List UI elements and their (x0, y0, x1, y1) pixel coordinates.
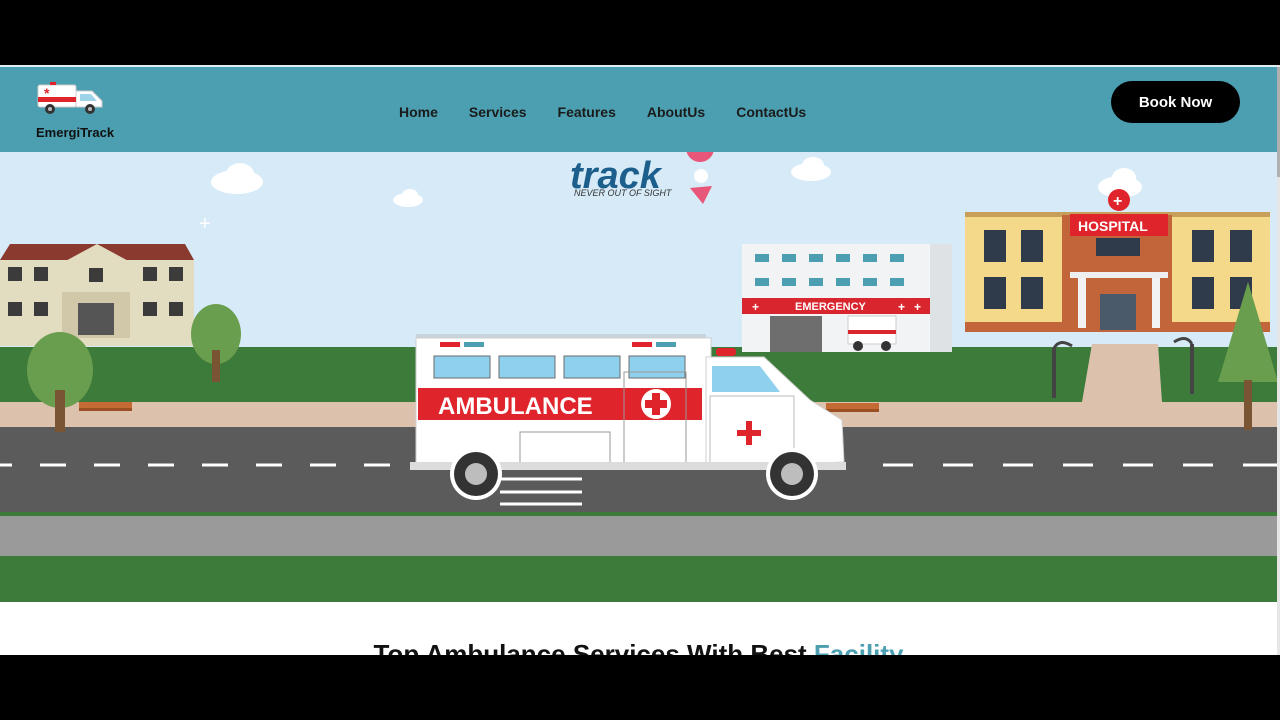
house-building (0, 244, 194, 346)
svg-text:EMERGENCY: EMERGENCY (795, 301, 867, 313)
main-nav: Home Services Features AboutUs ContactUs (399, 104, 837, 120)
section-heading-accent: Facility (813, 639, 904, 655)
ambulance-icon: * (37, 82, 103, 114)
book-now-button[interactable]: Book Now (1111, 81, 1240, 123)
page-viewport: * EmergiTrack Home Services Features Abo… (0, 65, 1280, 655)
svg-text:+: + (752, 300, 759, 314)
bench-icon (79, 402, 132, 408)
brand[interactable]: * EmergiTrack (36, 81, 126, 141)
hero-banner: + track NEVER OUT OF SIGHT EMERGENCY + +… (0, 152, 1277, 602)
emergency-building: EMERGENCY + + + (742, 244, 952, 352)
nav-contactus[interactable]: ContactUs (736, 104, 806, 120)
bench-icon (826, 403, 879, 409)
svg-text:HOSPITAL: HOSPITAL (1078, 218, 1148, 234)
svg-text:+: + (914, 300, 921, 314)
nav-features[interactable]: Features (558, 104, 616, 120)
svg-text:+: + (199, 213, 211, 235)
svg-text:AMBULANCE: AMBULANCE (438, 393, 593, 420)
svg-text:NEVER OUT OF SIGHT: NEVER OUT OF SIGHT (574, 188, 673, 198)
video-letterbox-top (0, 0, 1280, 65)
brand-name: EmergiTrack (36, 125, 115, 140)
hero-illustration: + track NEVER OUT OF SIGHT EMERGENCY + +… (0, 152, 1277, 602)
svg-text:*: * (44, 85, 50, 101)
section-heading-main: Top Ambulance Services With Best (373, 639, 814, 655)
nav-services[interactable]: Services (469, 104, 527, 120)
nav-home[interactable]: Home (399, 104, 438, 120)
svg-text:+: + (1113, 193, 1122, 210)
video-letterbox-bottom (0, 655, 1280, 720)
svg-text:+: + (898, 300, 905, 314)
section-heading: Top Ambulance Services With Best Facilit… (0, 639, 1277, 655)
navbar: * EmergiTrack Home Services Features Abo… (0, 65, 1277, 152)
nav-aboutus[interactable]: AboutUs (647, 104, 705, 120)
